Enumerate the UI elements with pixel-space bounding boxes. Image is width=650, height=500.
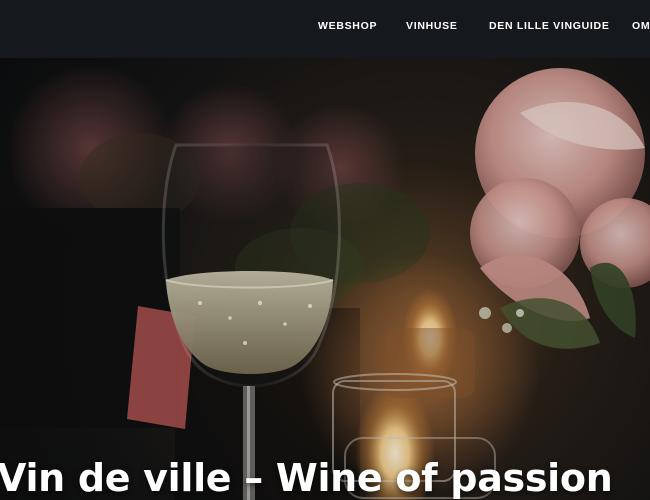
hero-banner: Vin de ville – Wine of passion xyxy=(0,58,650,500)
hero-photo xyxy=(0,58,650,500)
nav-item-webshop[interactable]: WEBSHOP xyxy=(318,20,377,32)
main-nav: WEBSHOP VINHUSE DEN LILLE VINGUIDE OM xyxy=(0,0,650,58)
nav-item-den-lille-vinguide[interactable]: DEN LILLE VINGUIDE xyxy=(489,20,610,32)
nav-item-vinhuse[interactable]: VINHUSE xyxy=(406,20,458,32)
hero-title: Vin de ville – Wine of passion xyxy=(0,456,613,500)
top-navigation-bar: WEBSHOP VINHUSE DEN LILLE VINGUIDE OM xyxy=(0,0,650,58)
nav-item-om[interactable]: OM xyxy=(632,20,650,32)
page: WEBSHOP VINHUSE DEN LILLE VINGUIDE OM Vi… xyxy=(0,0,650,500)
